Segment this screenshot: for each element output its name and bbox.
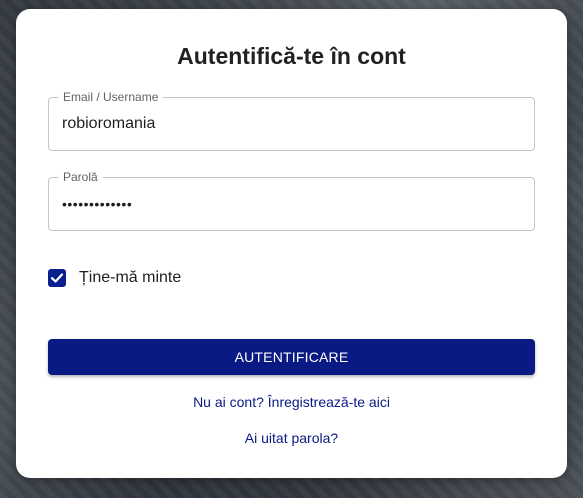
login-button[interactable]: AUTENTIFICARE: [48, 339, 535, 375]
forgot-password-link[interactable]: Ai uitat parola?: [16, 430, 567, 446]
remember-me-label[interactable]: Ține-mă minte: [79, 269, 181, 287]
password-field-value[interactable]: •••••••••••••: [62, 178, 132, 230]
checkmark-icon: [50, 273, 64, 283]
password-field[interactable]: Parolă •••••••••••••: [48, 170, 535, 231]
remember-me[interactable]: Ține-mă minte: [48, 266, 181, 290]
email-field[interactable]: Email / Username robioromania: [48, 90, 535, 151]
remember-me-checkbox[interactable]: [48, 269, 66, 287]
login-title: Autentifică-te în cont: [177, 43, 406, 69]
email-field-value[interactable]: robioromania: [62, 98, 155, 150]
login-card: Autentifică-te în cont Email / Username …: [16, 9, 567, 478]
register-link[interactable]: Nu ai cont? Înregistrează-te aici: [16, 394, 567, 410]
